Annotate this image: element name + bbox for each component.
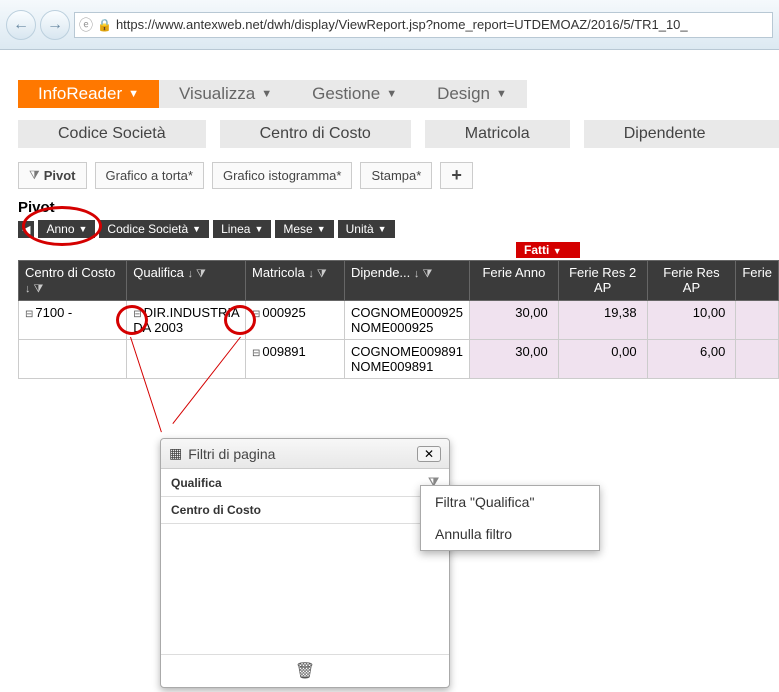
breadcrumb-centro-di-costo[interactable]: Centro di Costo (220, 120, 411, 148)
cell-ferie-res2: 19,38 (558, 301, 647, 340)
col-ferie-anno[interactable]: Ferie Anno (470, 261, 559, 301)
cell-ferie-resap: 6,00 (647, 340, 736, 379)
toolbar: ⧩Pivot Grafico a torta* Grafico istogram… (18, 162, 779, 189)
cell-centro: ⊟7100 - (19, 301, 127, 340)
dim-anno[interactable]: Anno▼ (38, 220, 95, 238)
grafico-istogramma-button[interactable]: Grafico istogramma* (212, 162, 352, 189)
chevron-down-icon: ▼ (496, 88, 507, 100)
dialog-title-text: Filtri di pagina (188, 446, 275, 462)
chevron-down-icon: ▼ (254, 224, 263, 234)
col-dipendente[interactable]: Dipende... ↓ ⧩ (345, 261, 470, 301)
chevron-down-icon: ▼ (192, 224, 201, 234)
col-ferie-res-ap[interactable]: Ferie Res AP (647, 261, 736, 301)
cell-ferie-res2: 0,00 (558, 340, 647, 379)
dimension-bar: ◀ Anno▼ Codice Società▼ Linea▼ Mese▼ Uni… (18, 220, 779, 238)
add-button[interactable]: + (440, 162, 473, 189)
col-matricola[interactable]: Matricola ↓ ⧩ (246, 261, 345, 301)
dialog-titlebar[interactable]: ▦ Filtri di pagina ✕ (161, 439, 449, 469)
ctx-filtra-qualifica[interactable]: Filtra "Qualifica" (421, 486, 599, 518)
table-row: ⊟009891 COGNOME009891 NOME009891 30,00 0… (19, 340, 779, 379)
cell-ferie (736, 301, 779, 340)
collapse-icon[interactable]: ⊟ (252, 309, 260, 320)
pivot-button[interactable]: ⧩Pivot (18, 162, 87, 189)
col-centro-di-costo[interactable]: Centro di Costo ↓ ⧩ (19, 261, 127, 301)
cell-qualifica: ⊟DIR.INDUSTRIA DA 2003 (127, 301, 246, 340)
chevron-down-icon: ▼ (261, 88, 272, 100)
collapse-icon[interactable]: ⊟ (133, 309, 141, 320)
menu-gestione[interactable]: Gestione▼ (292, 80, 417, 108)
pivot-title: Pivot (18, 199, 779, 216)
forward-button[interactable]: → (40, 10, 70, 40)
fatti-row: Fatti ▼ (18, 242, 779, 260)
browser-chrome: ← → ⓔ 🔒 https://www.antexweb.net/dwh/dis… (0, 0, 779, 50)
table-row: ⊟7100 - ⊟DIR.INDUSTRIA DA 2003 ⊟000925 C… (19, 301, 779, 340)
cell-centro (19, 340, 127, 379)
breadcrumb-codice-societa[interactable]: Codice Società (18, 120, 206, 148)
chevron-down-icon: ▼ (317, 224, 326, 234)
breadcrumb-matricola[interactable]: Matricola (425, 120, 570, 148)
ie-icon: ⓔ (79, 15, 93, 35)
filter-dialog: ▦ Filtri di pagina ✕ Qualifica⧩ Centro di… (160, 438, 450, 688)
cell-dipendente: COGNOME009891 NOME009891 (345, 340, 470, 379)
cell-ferie-anno: 30,00 (470, 301, 559, 340)
menu-design[interactable]: Design▼ (417, 80, 527, 108)
cell-dipendente: COGNOME000925 NOME000925 (345, 301, 470, 340)
pivot-grid: Centro di Costo ↓ ⧩ Qualifica ↓ ⧩ Matric… (18, 260, 779, 379)
cell-ferie-anno: 30,00 (470, 340, 559, 379)
col-qualifica[interactable]: Qualifica ↓ ⧩ (127, 261, 246, 301)
cell-ferie-resap: 10,00 (647, 301, 736, 340)
collapse-icon[interactable]: ⊟ (25, 309, 33, 320)
ctx-annulla-filtro[interactable]: Annulla filtro (421, 518, 599, 550)
main-menu: InfoReader▼ Visualizza▼ Gestione▼ Design… (18, 80, 779, 108)
dialog-body (161, 524, 449, 654)
menu-inforeader[interactable]: InfoReader▼ (18, 80, 159, 108)
stampa-button[interactable]: Stampa* (360, 162, 432, 189)
dialog-close-button[interactable]: ✕ (417, 446, 441, 462)
grafico-torta-button[interactable]: Grafico a torta* (95, 162, 204, 189)
dim-mese[interactable]: Mese▼ (275, 220, 333, 238)
fatti-label[interactable]: Fatti ▼ (516, 242, 580, 258)
breadcrumb-dipendente[interactable]: Dipendente (584, 120, 779, 148)
dialog-footer: 🗑 (161, 654, 449, 687)
chevron-down-icon: ▼ (378, 224, 387, 234)
chevron-down-icon: ▼ (79, 224, 88, 234)
cell-matricola: ⊟009891 (246, 340, 345, 379)
address-bar[interactable]: ⓔ 🔒 https://www.antexweb.net/dwh/display… (74, 12, 773, 38)
grid-header-row: Centro di Costo ↓ ⧩ Qualifica ↓ ⧩ Matric… (19, 261, 779, 301)
context-menu: Filtra "Qualifica" Annulla filtro (420, 485, 600, 551)
filter-row-qualifica[interactable]: Qualifica⧩ (161, 469, 449, 497)
cell-matricola: ⊟000925 (246, 301, 345, 340)
col-ferie[interactable]: Ferie (736, 261, 779, 301)
dim-unita[interactable]: Unità▼ (338, 220, 395, 238)
breadcrumb-row: Codice Società Centro di Costo Matricola… (18, 120, 779, 148)
url-text: https://www.antexweb.net/dwh/display/Vie… (116, 17, 688, 32)
filter-row-centro[interactable]: Centro di Costo (161, 497, 449, 524)
dim-nav-prev[interactable]: ◀ (18, 221, 34, 238)
filter-icon: ▦ (169, 445, 182, 462)
dim-codice-societa[interactable]: Codice Società▼ (99, 220, 209, 238)
cell-qualifica (127, 340, 246, 379)
menu-visualizza[interactable]: Visualizza▼ (159, 80, 292, 108)
chevron-down-icon: ▼ (128, 88, 139, 100)
back-button[interactable]: ← (6, 10, 36, 40)
collapse-icon[interactable]: ⊟ (252, 348, 260, 359)
col-ferie-res2-ap[interactable]: Ferie Res 2 AP (558, 261, 647, 301)
cell-ferie (736, 340, 779, 379)
dim-linea[interactable]: Linea▼ (213, 220, 271, 238)
chevron-down-icon: ▼ (553, 246, 562, 256)
funnel-icon: ⧩ (29, 168, 40, 183)
chevron-down-icon: ▼ (386, 88, 397, 100)
lock-icon: 🔒 (97, 18, 112, 32)
trash-icon[interactable]: 🗑 (295, 663, 315, 680)
